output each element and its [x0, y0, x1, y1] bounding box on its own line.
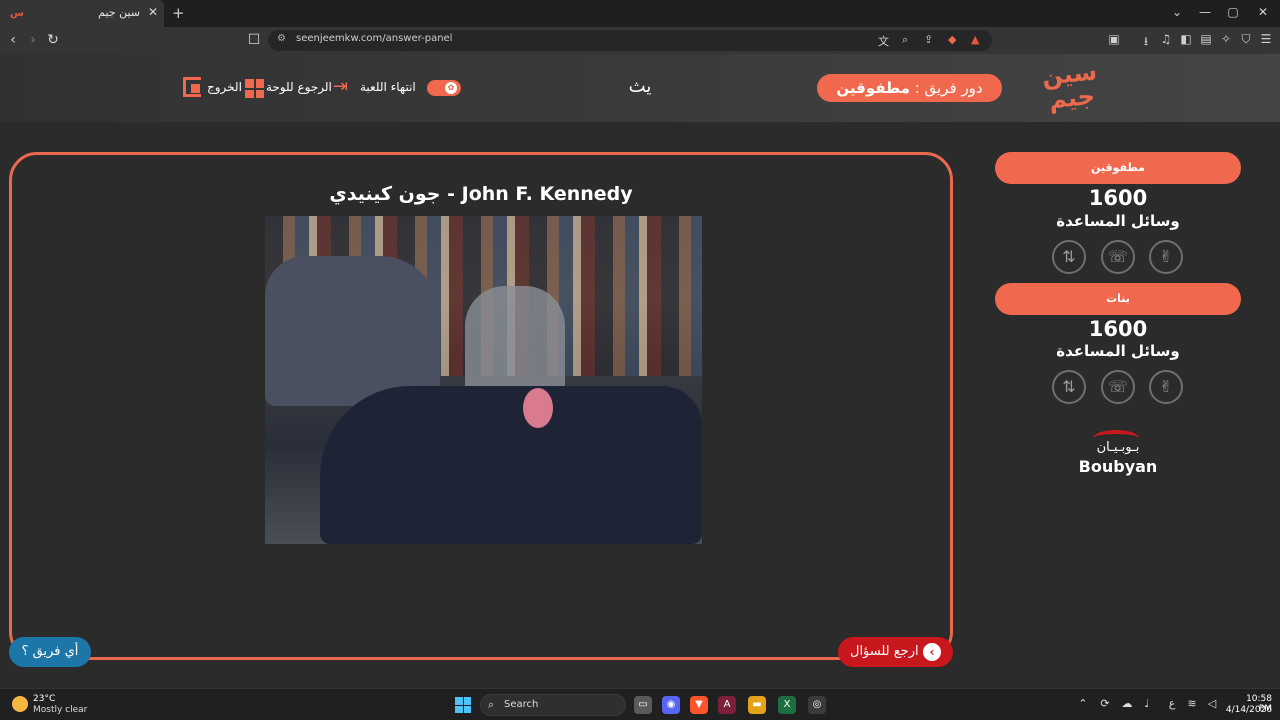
- back-to-question-button[interactable]: ارجع للسؤال ‹: [838, 637, 953, 667]
- exit-door-icon[interactable]: [183, 77, 201, 97]
- url-text[interactable]: seenjeemkw.com/answer-panel: [296, 33, 452, 44]
- file-explorer-icon[interactable]: ▬: [748, 696, 766, 714]
- swap-icon[interactable]: ⇅: [1052, 240, 1086, 274]
- maximize-button[interactable]: ▢: [1224, 5, 1242, 19]
- board-grid-icon[interactable]: [245, 79, 264, 98]
- back-to-question-label: ارجع للسؤال: [850, 644, 919, 659]
- search-icon: ⌕: [488, 698, 495, 711]
- browser-tab-bar: س سين جيم ✕ + ⌄ — ▢ ✕: [0, 0, 1280, 27]
- timer-text: يث: [628, 76, 652, 97]
- excel-icon[interactable]: X: [778, 696, 796, 714]
- brave-rewards-icon[interactable]: ▲: [971, 33, 979, 46]
- sponsor-name-arabic: بـوبـيـان: [1096, 440, 1140, 455]
- helpers-label: وسائل المساعدة: [1056, 212, 1180, 230]
- swap-icon[interactable]: ⇅: [1052, 370, 1086, 404]
- browser-toolbar: ‹ › ↻ ☐ ⚙ seenjeemkw.com/answer-panel 文 …: [0, 27, 1280, 54]
- zoom-icon[interactable]: ⌕: [902, 33, 908, 47]
- cloud-icon[interactable]: ☁: [1120, 697, 1134, 710]
- taskbar: 23°C Mostly clear ⌕ Search ▭ ◉ ▼ A ▬ X ◎…: [0, 688, 1280, 720]
- app-a-icon[interactable]: A: [718, 696, 736, 714]
- answer-title: جون كينيدي - John F. Kennedy: [329, 183, 633, 205]
- end-game-toggle[interactable]: ✿: [427, 80, 461, 96]
- discord-icon[interactable]: ◉: [662, 696, 680, 714]
- game-header: سين جيم دور فريق : مطفوقين يث ✿ انتهاء ا…: [0, 54, 1280, 122]
- app-status-icon[interactable]: ◎: [808, 696, 826, 714]
- search-label: Search: [504, 699, 539, 710]
- site-favicon-icon: س: [10, 8, 24, 19]
- chevron-up-icon[interactable]: ⌃: [1076, 697, 1090, 710]
- menu-icon[interactable]: ☰: [1258, 32, 1274, 46]
- tab-close-icon[interactable]: ✕: [146, 5, 160, 19]
- answer-panel: جون كينيدي - John F. Kennedy: [9, 152, 953, 660]
- arrow-to-board-icon[interactable]: ⇥: [333, 78, 348, 96]
- translate-icon[interactable]: 文: [878, 33, 889, 49]
- weather-temperature[interactable]: 23°C: [33, 694, 55, 704]
- answer-photo-image: [265, 216, 702, 544]
- clock-date[interactable]: 4/14/2026: [1222, 705, 1272, 715]
- leo-ai-icon[interactable]: ✧: [1218, 32, 1234, 46]
- task-view-icon[interactable]: ▭: [634, 696, 652, 714]
- phone-icon[interactable]: ☏: [1101, 240, 1135, 274]
- reload-icon[interactable]: ↻: [45, 32, 61, 48]
- share-icon[interactable]: ⇪: [924, 33, 933, 46]
- turn-prefix: دور فريق :: [914, 79, 983, 97]
- toggle-knob-icon: ✿: [445, 82, 457, 94]
- bookmark-icon[interactable]: ☐: [246, 32, 262, 48]
- helpers-label: وسائل المساعدة: [1056, 342, 1180, 360]
- brave-icon[interactable]: ▼: [690, 696, 708, 714]
- tab-title: سين جيم: [98, 6, 140, 19]
- media-icon[interactable]: ♫: [1158, 32, 1174, 46]
- minimize-button[interactable]: —: [1196, 5, 1214, 19]
- which-team-button[interactable]: أي فريق ؟: [9, 637, 91, 667]
- wallet-icon[interactable]: ▤: [1198, 32, 1214, 46]
- input-language[interactable]: ع: [1165, 697, 1179, 710]
- downloads-icon[interactable]: ⭳: [1138, 32, 1154, 53]
- sidebar-icon[interactable]: ◧: [1178, 32, 1194, 46]
- screenshot-icon[interactable]: ▣: [1106, 32, 1122, 46]
- team-turn-badge: دور فريق : مطفوقين: [817, 74, 1002, 102]
- chevron-left-icon: ‹: [923, 643, 941, 661]
- new-tab-button[interactable]: +: [172, 4, 185, 22]
- back-icon[interactable]: ‹: [5, 32, 21, 48]
- taskbar-search[interactable]: ⌕ Search: [480, 694, 626, 716]
- end-game-label[interactable]: انتهاء اللعبة: [360, 80, 416, 94]
- back-to-board-label[interactable]: الرجوع للوحة: [266, 80, 332, 94]
- team-score: 1600: [1088, 317, 1148, 341]
- turn-team-name: مطفوقين: [836, 79, 910, 97]
- sync-icon[interactable]: ⟳: [1098, 697, 1112, 710]
- team-name-badge: بنات: [995, 283, 1241, 315]
- wifi-icon[interactable]: ≋: [1185, 697, 1199, 710]
- close-window-button[interactable]: ✕: [1254, 5, 1272, 19]
- vpn-icon[interactable]: ⛉: [1238, 32, 1254, 47]
- phone-icon[interactable]: ☏: [1101, 370, 1135, 404]
- exit-label[interactable]: الخروج: [207, 80, 242, 94]
- weather-icon[interactable]: [12, 696, 28, 712]
- sponsor-name: Boubyan: [1078, 457, 1158, 476]
- team-score: 1600: [1088, 186, 1148, 210]
- forward-icon[interactable]: ›: [25, 32, 41, 48]
- volume-icon[interactable]: ◁: [1205, 697, 1219, 710]
- address-bar[interactable]: ⚙ seenjeemkw.com/answer-panel 文 ⌕ ⇪ ◆ ▲: [268, 30, 992, 51]
- weather-description[interactable]: Mostly clear: [33, 705, 87, 715]
- victory-hand-icon[interactable]: ✌: [1149, 240, 1183, 274]
- team-name-badge: مطفوقين: [995, 152, 1241, 184]
- victory-hand-icon[interactable]: ✌: [1149, 370, 1183, 404]
- microphone-icon[interactable]: ♩: [1140, 697, 1154, 710]
- browser-tab[interactable]: س سين جيم ✕: [0, 0, 164, 27]
- logo: سين جيم: [1040, 57, 1099, 115]
- tab-search-icon[interactable]: ⌄: [1168, 5, 1186, 19]
- start-icon[interactable]: [455, 697, 471, 713]
- brave-shield-icon[interactable]: ◆: [948, 33, 956, 46]
- site-info-icon[interactable]: ⚙: [277, 33, 286, 44]
